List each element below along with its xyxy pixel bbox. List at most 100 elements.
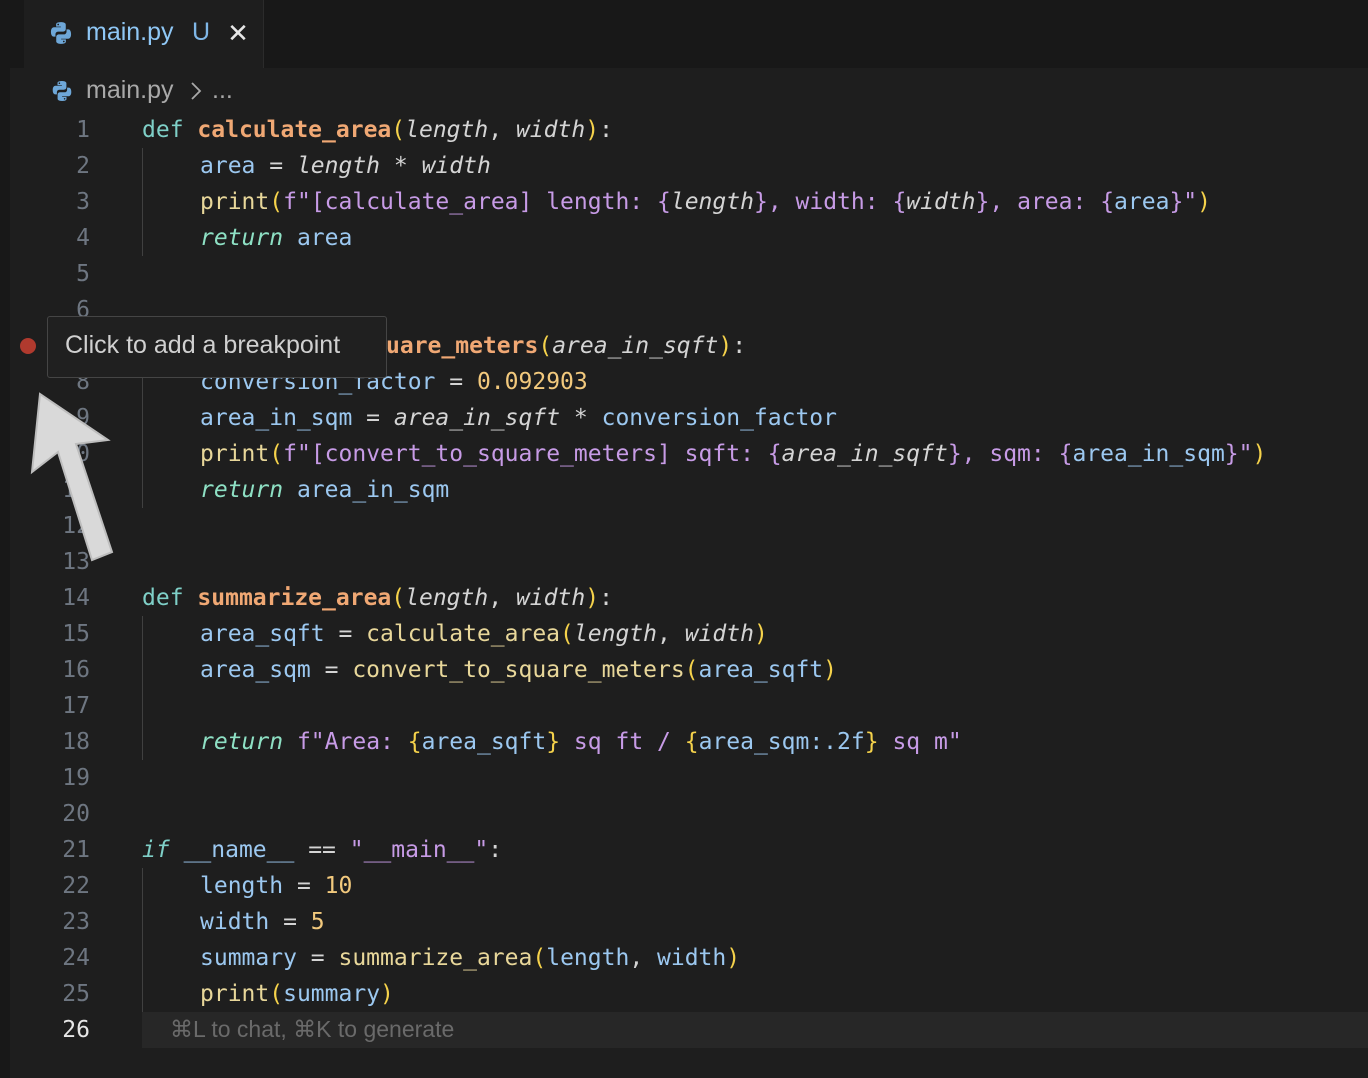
code-line: 20 <box>0 796 1368 832</box>
line-number[interactable]: 24 <box>30 940 90 976</box>
param: length <box>670 189 754 215</box>
code-line-16: area_sqm = convert_to_square_meters(area… <box>200 652 837 688</box>
operator: = <box>255 153 297 179</box>
line-number[interactable]: 20 <box>30 796 90 832</box>
line-number[interactable]: 17 <box>30 688 90 724</box>
operator: = <box>283 873 325 899</box>
paren: ( <box>269 189 284 215</box>
param: width <box>684 621 754 647</box>
string: f"Area: <box>296 729 408 755</box>
code-line-2: area = length * width <box>200 148 491 184</box>
keyword: def <box>142 117 184 143</box>
breakpoint-hint-dot[interactable] <box>20 338 36 354</box>
tab-status-badge: U <box>192 18 211 46</box>
brace: } <box>1169 189 1184 215</box>
code-line-23: width = 5 <box>200 904 325 940</box>
string: sq m" <box>878 729 962 755</box>
variable: area_sqm <box>200 657 311 683</box>
brace: } <box>947 441 962 467</box>
breadcrumb-more[interactable]: ... <box>212 76 233 105</box>
operator: = <box>352 405 394 431</box>
paren: ) <box>1197 189 1212 215</box>
function-call: calculate_area <box>366 621 561 647</box>
variable: area_sqft <box>698 657 824 683</box>
line-number[interactable]: 5 <box>30 256 90 292</box>
brace: } <box>1224 441 1239 467</box>
line-number[interactable]: 18 <box>30 724 90 760</box>
code-line-10: print(f"[convert_to_square_meters] sqft:… <box>200 436 1266 472</box>
function-name: summarize_area <box>197 585 392 611</box>
code-line-9: area_in_sqm = area_in_sqft * conversion_… <box>200 400 837 436</box>
string: "__main__" <box>349 837 489 863</box>
breadcrumb-file[interactable]: main.py <box>86 76 174 105</box>
line-number[interactable]: 14 <box>30 580 90 616</box>
inline-hint-text: ⌘L to chat, ⌘K to generate <box>170 1016 455 1042</box>
line-number[interactable]: 19 <box>30 760 90 796</box>
indent-guide <box>142 724 143 760</box>
operator: = <box>310 657 353 683</box>
brace: } <box>864 729 879 755</box>
string: " <box>1238 441 1253 467</box>
variable: conversion_factor <box>601 405 837 431</box>
param: width <box>515 117 586 143</box>
punct: : <box>488 837 503 863</box>
brace: } <box>753 189 768 215</box>
brace: { <box>892 189 907 215</box>
indent-guide <box>142 184 143 220</box>
param: length <box>405 585 489 611</box>
python-icon <box>52 81 72 101</box>
brace: } <box>546 729 561 755</box>
param: width <box>515 585 586 611</box>
function-call: convert_to_square_meters <box>352 657 685 683</box>
string: , area: <box>989 189 1101 215</box>
number: 5 <box>310 909 325 935</box>
line-number[interactable]: 23 <box>30 904 90 940</box>
paren: ) <box>380 981 394 1007</box>
indent-guide <box>142 436 143 472</box>
code-line-24: summary = summarize_area(length, width) <box>200 940 740 976</box>
line-number-active[interactable]: 26 <box>30 1012 90 1048</box>
variable: area_sqm:.2f <box>698 729 865 755</box>
code-line-15: area_sqft = calculate_area(length, width… <box>200 616 768 652</box>
keyword: def <box>142 585 184 611</box>
line-number[interactable]: 22 <box>30 868 90 904</box>
number: 10 <box>324 873 353 899</box>
variable: area_sqft <box>200 621 325 647</box>
code-line: 5 <box>0 256 1368 292</box>
function-call: summarize_area <box>338 945 533 971</box>
indent-guide <box>142 904 143 940</box>
indent-guide <box>142 472 143 508</box>
brace: { <box>684 729 699 755</box>
string: f" <box>283 189 311 215</box>
builtin: print <box>200 441 270 467</box>
brace: { <box>657 189 671 215</box>
line-number[interactable]: 1 <box>30 112 90 148</box>
line-number[interactable]: 25 <box>30 976 90 1012</box>
tooltip-text: Click to add a breakpoint <box>65 331 341 359</box>
line-number[interactable]: 2 <box>30 148 90 184</box>
line-number[interactable]: 21 <box>30 832 90 868</box>
operator: = <box>324 621 367 647</box>
code-line-22: length = 10 <box>200 868 352 904</box>
close-icon[interactable]: ✕ <box>224 18 252 48</box>
line-number[interactable]: 15 <box>30 616 90 652</box>
keyword: return <box>200 477 284 503</box>
code-line-1: def calculate_area(length, width): <box>142 112 613 148</box>
code-line: 19 <box>0 760 1368 796</box>
indent-guide <box>142 400 143 436</box>
variable: width <box>200 909 270 935</box>
line-number[interactable]: 4 <box>30 220 90 256</box>
variable: __name__ <box>183 837 295 863</box>
line-number[interactable]: 16 <box>30 652 90 688</box>
keyword: if <box>142 837 170 863</box>
variable: length <box>546 945 630 971</box>
tab-main-py[interactable]: main.py U ✕ <box>24 0 264 68</box>
param: length <box>296 153 381 179</box>
punct: , <box>629 945 658 971</box>
variable: area_in_sqm <box>1072 441 1225 467</box>
indent-guide <box>142 868 143 904</box>
line-number[interactable]: 3 <box>30 184 90 220</box>
indent-guide <box>142 148 143 184</box>
python-icon <box>50 22 72 44</box>
punct: : <box>599 117 613 143</box>
